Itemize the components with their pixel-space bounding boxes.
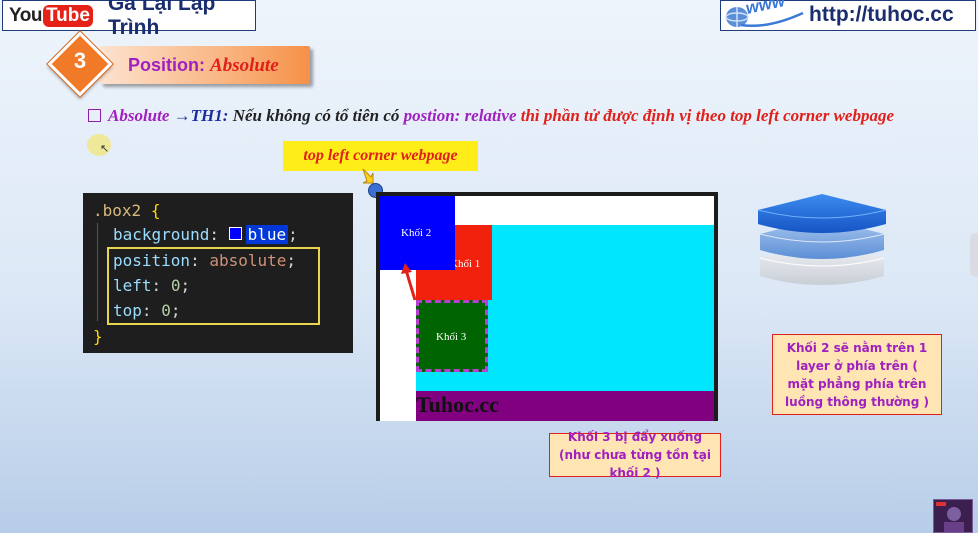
channel-name: Gà Lại Lập Trình bbox=[107, 0, 216, 39]
code-line-close: } bbox=[93, 325, 103, 349]
code-semicolon: ; bbox=[288, 225, 298, 244]
bullet-checkbox-icon bbox=[88, 109, 101, 122]
youtube-logo-tube: Tube bbox=[42, 4, 93, 27]
color-swatch-icon bbox=[228, 227, 242, 240]
footer-text: Tuhoc.cc bbox=[416, 392, 499, 417]
avatar-figure-icon bbox=[934, 500, 972, 532]
cyan-container bbox=[492, 225, 714, 391]
site-url: http://tuhoc.cc bbox=[809, 3, 954, 26]
code-selector: .box2 bbox=[93, 201, 142, 220]
indent-guide bbox=[97, 223, 98, 321]
bullet-case-label: TH1: bbox=[190, 106, 229, 125]
note-block-3-pushed: Khối 3 bị đẩy xuống (như chưa từng tồn t… bbox=[549, 430, 721, 480]
side-panel-handle[interactable] bbox=[970, 233, 978, 277]
code-open-brace: { bbox=[150, 201, 161, 220]
top-left-corner-callout: top left corner webpage bbox=[283, 141, 478, 171]
code-colon: : bbox=[209, 225, 219, 244]
youtube-logo-you: You bbox=[9, 4, 42, 26]
code-prop-background: background bbox=[113, 225, 210, 244]
arrow-right-icon: → bbox=[173, 106, 191, 125]
note-block-2-layer: Khối 2 sẽ nằm trên 1 layer ở phía trên (… bbox=[772, 334, 942, 415]
site-url-header: www http://tuhoc.cc bbox=[720, 0, 976, 31]
bullet-absolute: Absolute bbox=[108, 106, 170, 125]
bullet-text-1: Nếu không có tổ tiên có bbox=[232, 106, 400, 125]
block-2-label: Khối 2 bbox=[401, 227, 432, 239]
demo-webpage-frame: Khối 1 Khối 3 Khối 2 Tuhoc.cc bbox=[376, 192, 718, 421]
section-title: Position: Absolute bbox=[128, 55, 279, 77]
section-number: 3 bbox=[73, 48, 87, 73]
css-code-panel: .box2 { background: blue; position: abso… bbox=[83, 193, 353, 353]
code-line-background: background: blue; bbox=[113, 223, 298, 247]
bullet-explanation: Absolute →TH1: Nếu không có tổ tiên có p… bbox=[88, 105, 948, 127]
code-line-selector: .box2 { bbox=[93, 199, 160, 223]
youtube-channel-header: You Tube Gà Lại Lập Trình bbox=[2, 0, 256, 39]
section-title-value: Absolute bbox=[210, 55, 279, 76]
svg-text:www: www bbox=[744, 0, 788, 18]
stacked-layers-icon bbox=[757, 194, 887, 285]
red-arrow-icon bbox=[401, 263, 417, 301]
block-3-label: Khối 3 bbox=[436, 331, 467, 343]
bullet-text-2: thì phần tử được định vị theo top left c… bbox=[520, 106, 895, 125]
bullet-position-keyword: postion: relative bbox=[403, 106, 517, 125]
code-value-blue: blue bbox=[245, 225, 289, 244]
demo-webpage: Khối 1 Khối 3 Khối 2 Tuhoc.cc bbox=[380, 196, 714, 421]
code-close-brace: } bbox=[93, 327, 103, 346]
mouse-cursor-icon: ↖ bbox=[100, 143, 110, 155]
www-globe-icon: www bbox=[725, 0, 804, 28]
section-title-prefix: Position: bbox=[128, 55, 205, 75]
code-highlight-box bbox=[107, 247, 320, 325]
presenter-avatar bbox=[933, 499, 973, 533]
youtube-logo: You Tube bbox=[9, 4, 93, 27]
